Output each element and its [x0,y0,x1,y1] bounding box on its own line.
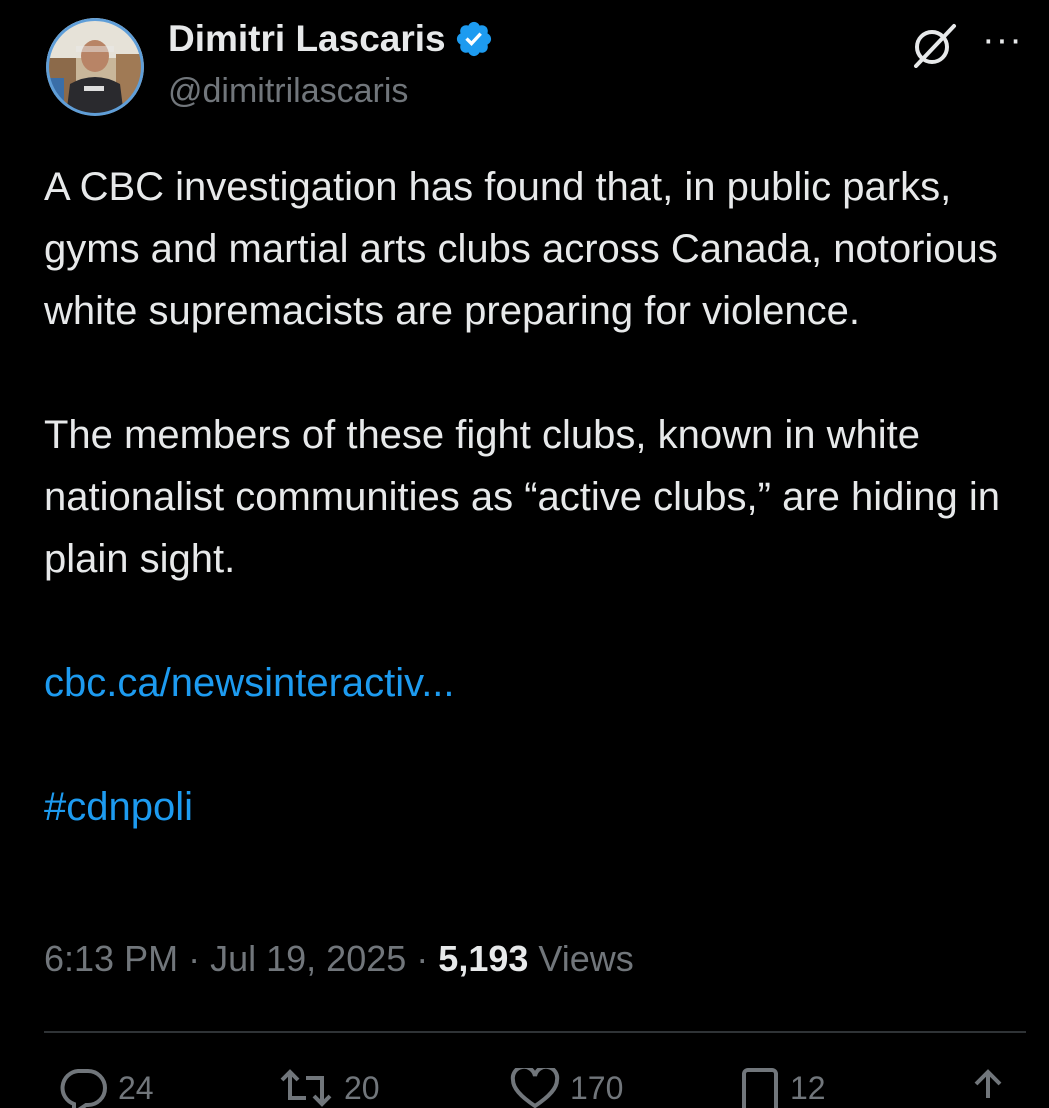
share-icon [974,1069,1002,1098]
reply-count: 24 [118,1070,154,1106]
reply-icon [60,1069,107,1108]
tweet-link[interactable]: cbc.ca/newsinteractiv... [44,661,455,705]
hashtag-link[interactable]: #cdnpoli [44,785,193,829]
bookmark-icon [742,1068,778,1108]
heart-icon [510,1068,560,1108]
repost-count: 20 [344,1070,380,1106]
bookmark-button[interactable]: 12 [740,1068,826,1108]
tweet-text: A CBC investigation has found that, in p… [44,156,1024,838]
author-display-name[interactable]: Dimitri Lascaris [168,18,446,60]
bookmark-count: 12 [790,1070,826,1106]
verified-badge-icon [454,19,494,59]
author-handle[interactable]: @dimitrilascaris [168,72,408,111]
avatar-image [46,18,144,116]
share-button[interactable] [968,1068,1008,1108]
divider [44,1031,1026,1033]
repost-icon [280,1069,332,1107]
tweet-meta: 6:13 PM · Jul 19, 2025 · 5,193 Views [44,938,634,980]
tweet-paragraph-2: The members of these fight clubs, known … [44,413,1000,581]
views-count: 5,193 [438,938,529,979]
like-count: 170 [570,1070,624,1106]
avatar[interactable] [46,18,144,116]
tweet-paragraph-1: A CBC investigation has found that, in p… [44,165,998,333]
repost-button[interactable]: 20 [278,1068,380,1108]
more-options-icon[interactable]: ··· [982,20,1023,60]
tweet-time[interactable]: 6:13 PM [44,938,178,979]
views-label: Views [538,938,634,979]
author-name-row[interactable]: Dimitri Lascaris [168,18,494,60]
reply-button[interactable]: 24 [58,1068,154,1108]
meta-separator: · [416,938,429,979]
meta-separator: · [188,938,201,979]
like-button[interactable]: 170 [510,1068,623,1108]
tweet-date[interactable]: Jul 19, 2025 [210,938,406,979]
grok-slash-icon[interactable] [910,22,958,68]
